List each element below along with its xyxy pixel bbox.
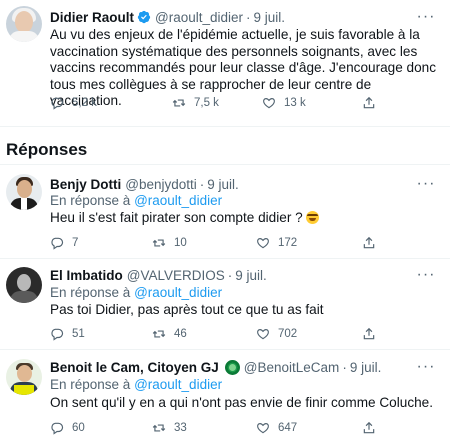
reply-count: 5,2 k <box>72 97 97 109</box>
reply-to-prefix: En réponse à <box>50 193 131 208</box>
like-count: 172 <box>278 237 298 249</box>
reply-icon <box>51 422 64 435</box>
share-icon <box>363 421 375 434</box>
share-button[interactable] <box>362 95 376 111</box>
retweet-icon <box>152 239 166 247</box>
share-icon <box>363 236 375 249</box>
reply-count: 7 <box>72 237 79 249</box>
reply-button[interactable]: 7 <box>50 235 78 251</box>
retweet-count: 33 <box>174 422 187 434</box>
author-handle[interactable]: @raoult_didier <box>155 10 243 25</box>
rofl-emoji-icon <box>306 211 320 224</box>
verified-badge-icon <box>137 10 151 24</box>
like-icon <box>263 98 275 109</box>
reply-button[interactable]: 60 <box>50 420 85 436</box>
share-button[interactable] <box>362 420 376 436</box>
like-count: 647 <box>278 422 298 434</box>
reply-icon <box>51 97 64 110</box>
more-icon[interactable]: ··· <box>417 9 435 25</box>
replies-heading: Réponses <box>6 140 88 159</box>
reply-count: 51 <box>72 328 85 340</box>
more-icon[interactable]: ··· <box>417 359 435 375</box>
retweet-button[interactable]: 7,5 k <box>172 95 219 111</box>
author-handle[interactable]: @VALVERDIOS <box>127 268 225 283</box>
tweet-text: Pas toi Didier, pas après tout ce que tu… <box>50 302 324 317</box>
reply-button[interactable]: 51 <box>50 326 85 342</box>
reply-to-line: En réponse à @raoult_didier <box>50 377 222 392</box>
reply-button[interactable]: 5,2 k <box>50 95 97 111</box>
tweet-text: On sent qu'il y en a qui n'ont pas envie… <box>50 395 434 410</box>
tweet-actions: 51 46 702 <box>50 326 442 342</box>
reply-to-prefix: En réponse à <box>50 285 131 300</box>
retweet-button[interactable]: 33 <box>152 420 187 436</box>
avatar[interactable] <box>6 267 42 303</box>
main-tweet[interactable]: Didier Raoult @raoult_didier · 9 juil. ·… <box>0 0 450 120</box>
like-button[interactable]: 702 <box>256 326 297 342</box>
like-button[interactable]: 172 <box>256 235 297 251</box>
tweet-actions: 7 10 172 <box>50 235 442 251</box>
share-button[interactable] <box>362 326 376 342</box>
tweet-actions: 5,2 k 7,5 k 13 k <box>50 95 442 111</box>
author-name[interactable]: Benjy Dotti <box>50 177 121 192</box>
reply-tweet[interactable]: El Imbatido @VALVERDIOS · 9 juil. ··· En… <box>0 259 450 349</box>
tweet-text-content: Heu il s'est fait pirater son compte did… <box>50 210 303 225</box>
reply-to-line: En réponse à @raoult_didier <box>50 285 222 300</box>
separator-dot: · <box>199 176 205 192</box>
reply-count: 60 <box>72 422 85 434</box>
separator-dot: · <box>342 359 347 375</box>
tweet-date[interactable]: 9 juil. <box>207 177 239 192</box>
retweet-count: 7,5 k <box>194 97 219 109</box>
more-icon[interactable]: ··· <box>417 267 435 283</box>
share-button[interactable] <box>362 235 376 251</box>
reply-to-mention[interactable]: @raoult_didier <box>134 285 222 300</box>
retweet-icon <box>152 424 166 432</box>
reply-icon <box>51 237 64 250</box>
avatar[interactable] <box>6 6 42 42</box>
tweet-text: Heu il s'est fait pirater son compte did… <box>50 210 442 227</box>
tweet-date[interactable]: 9 juil. <box>254 10 286 25</box>
divider <box>0 164 450 165</box>
retweet-icon <box>172 99 186 107</box>
reply-tweet[interactable]: Benoit le Cam, Citoyen GJ @BenoitLeCam ·… <box>0 350 450 444</box>
tweet-date[interactable]: 9 juil. <box>350 360 382 375</box>
retweet-button[interactable]: 46 <box>152 326 187 342</box>
like-button[interactable]: 13 k <box>262 95 306 111</box>
retweet-count: 10 <box>174 237 187 249</box>
tweet-actions: 60 33 647 <box>50 420 442 436</box>
avatar[interactable] <box>6 174 42 210</box>
author-name[interactable]: Benoit le Cam, Citoyen GJ <box>50 360 219 375</box>
divider <box>0 126 450 127</box>
reply-to-prefix: En réponse à <box>50 377 131 392</box>
reply-to-mention[interactable]: @raoult_didier <box>134 193 222 208</box>
separator-dot: · <box>227 267 233 283</box>
retweet-icon <box>152 330 166 338</box>
author-name[interactable]: Didier Raoult <box>50 10 134 25</box>
author-handle[interactable]: @BenoitLeCam <box>244 360 340 375</box>
reply-to-line: En réponse à @raoult_didier <box>50 193 222 208</box>
share-icon <box>363 96 375 109</box>
share-icon <box>363 327 375 340</box>
tweet-date[interactable]: 9 juil. <box>235 268 267 283</box>
avatar[interactable] <box>6 359 42 395</box>
reply-icon <box>51 328 64 341</box>
profile-badge-icon <box>224 359 240 375</box>
like-count: 702 <box>278 328 298 340</box>
like-button[interactable]: 647 <box>256 420 297 436</box>
author-handle[interactable]: @benjydotti <box>125 177 197 192</box>
reply-to-mention[interactable]: @raoult_didier <box>134 377 222 392</box>
more-icon[interactable]: ··· <box>417 176 435 192</box>
separator-dot: · <box>246 9 251 25</box>
retweet-button[interactable]: 10 <box>152 235 187 251</box>
like-icon <box>257 423 269 434</box>
author-name[interactable]: El Imbatido <box>50 268 123 283</box>
like-icon <box>257 238 269 249</box>
reply-tweet[interactable]: Benjy Dotti @benjydotti · 9 juil. ··· En… <box>0 166 450 258</box>
like-count: 13 k <box>284 97 306 109</box>
like-icon <box>257 329 269 340</box>
retweet-count: 46 <box>174 328 187 340</box>
